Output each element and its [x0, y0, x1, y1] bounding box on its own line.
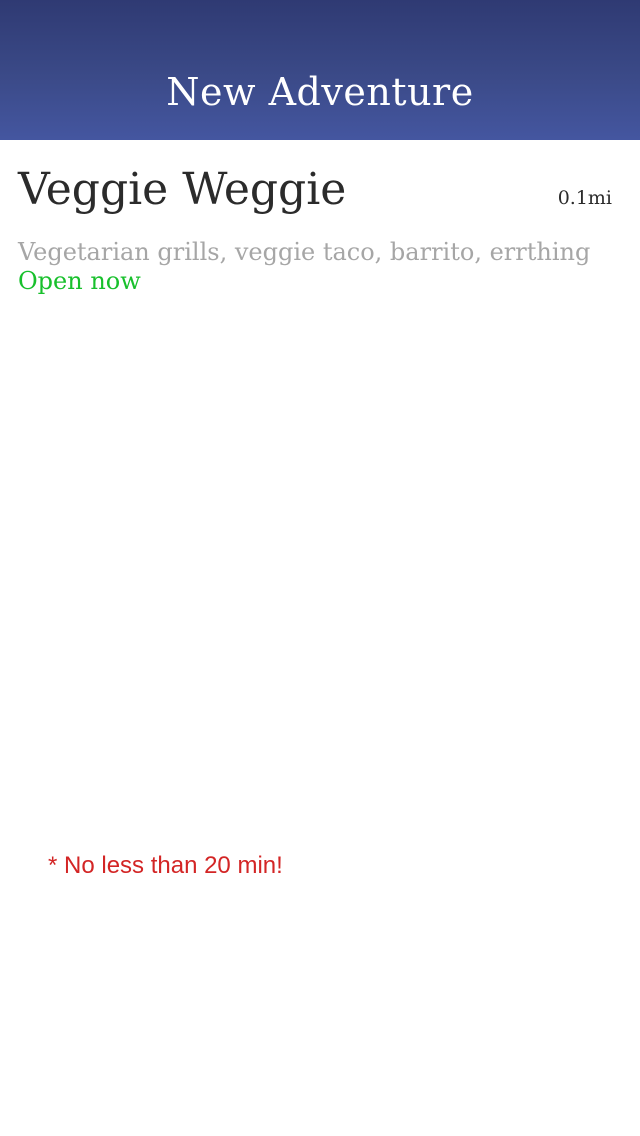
navigation-bar: New Adventure: [0, 0, 640, 140]
open-status: Open now: [18, 267, 141, 295]
time-warning-note: * No less than 20 min!: [48, 852, 283, 879]
page-title: New Adventure: [166, 70, 474, 114]
restaurant-distance: 0.1mi: [557, 187, 612, 209]
restaurant-name: Veggie Weggie: [18, 164, 347, 215]
restaurant-description: Vegetarian grills, veggie taco, barrito,…: [18, 238, 591, 266]
